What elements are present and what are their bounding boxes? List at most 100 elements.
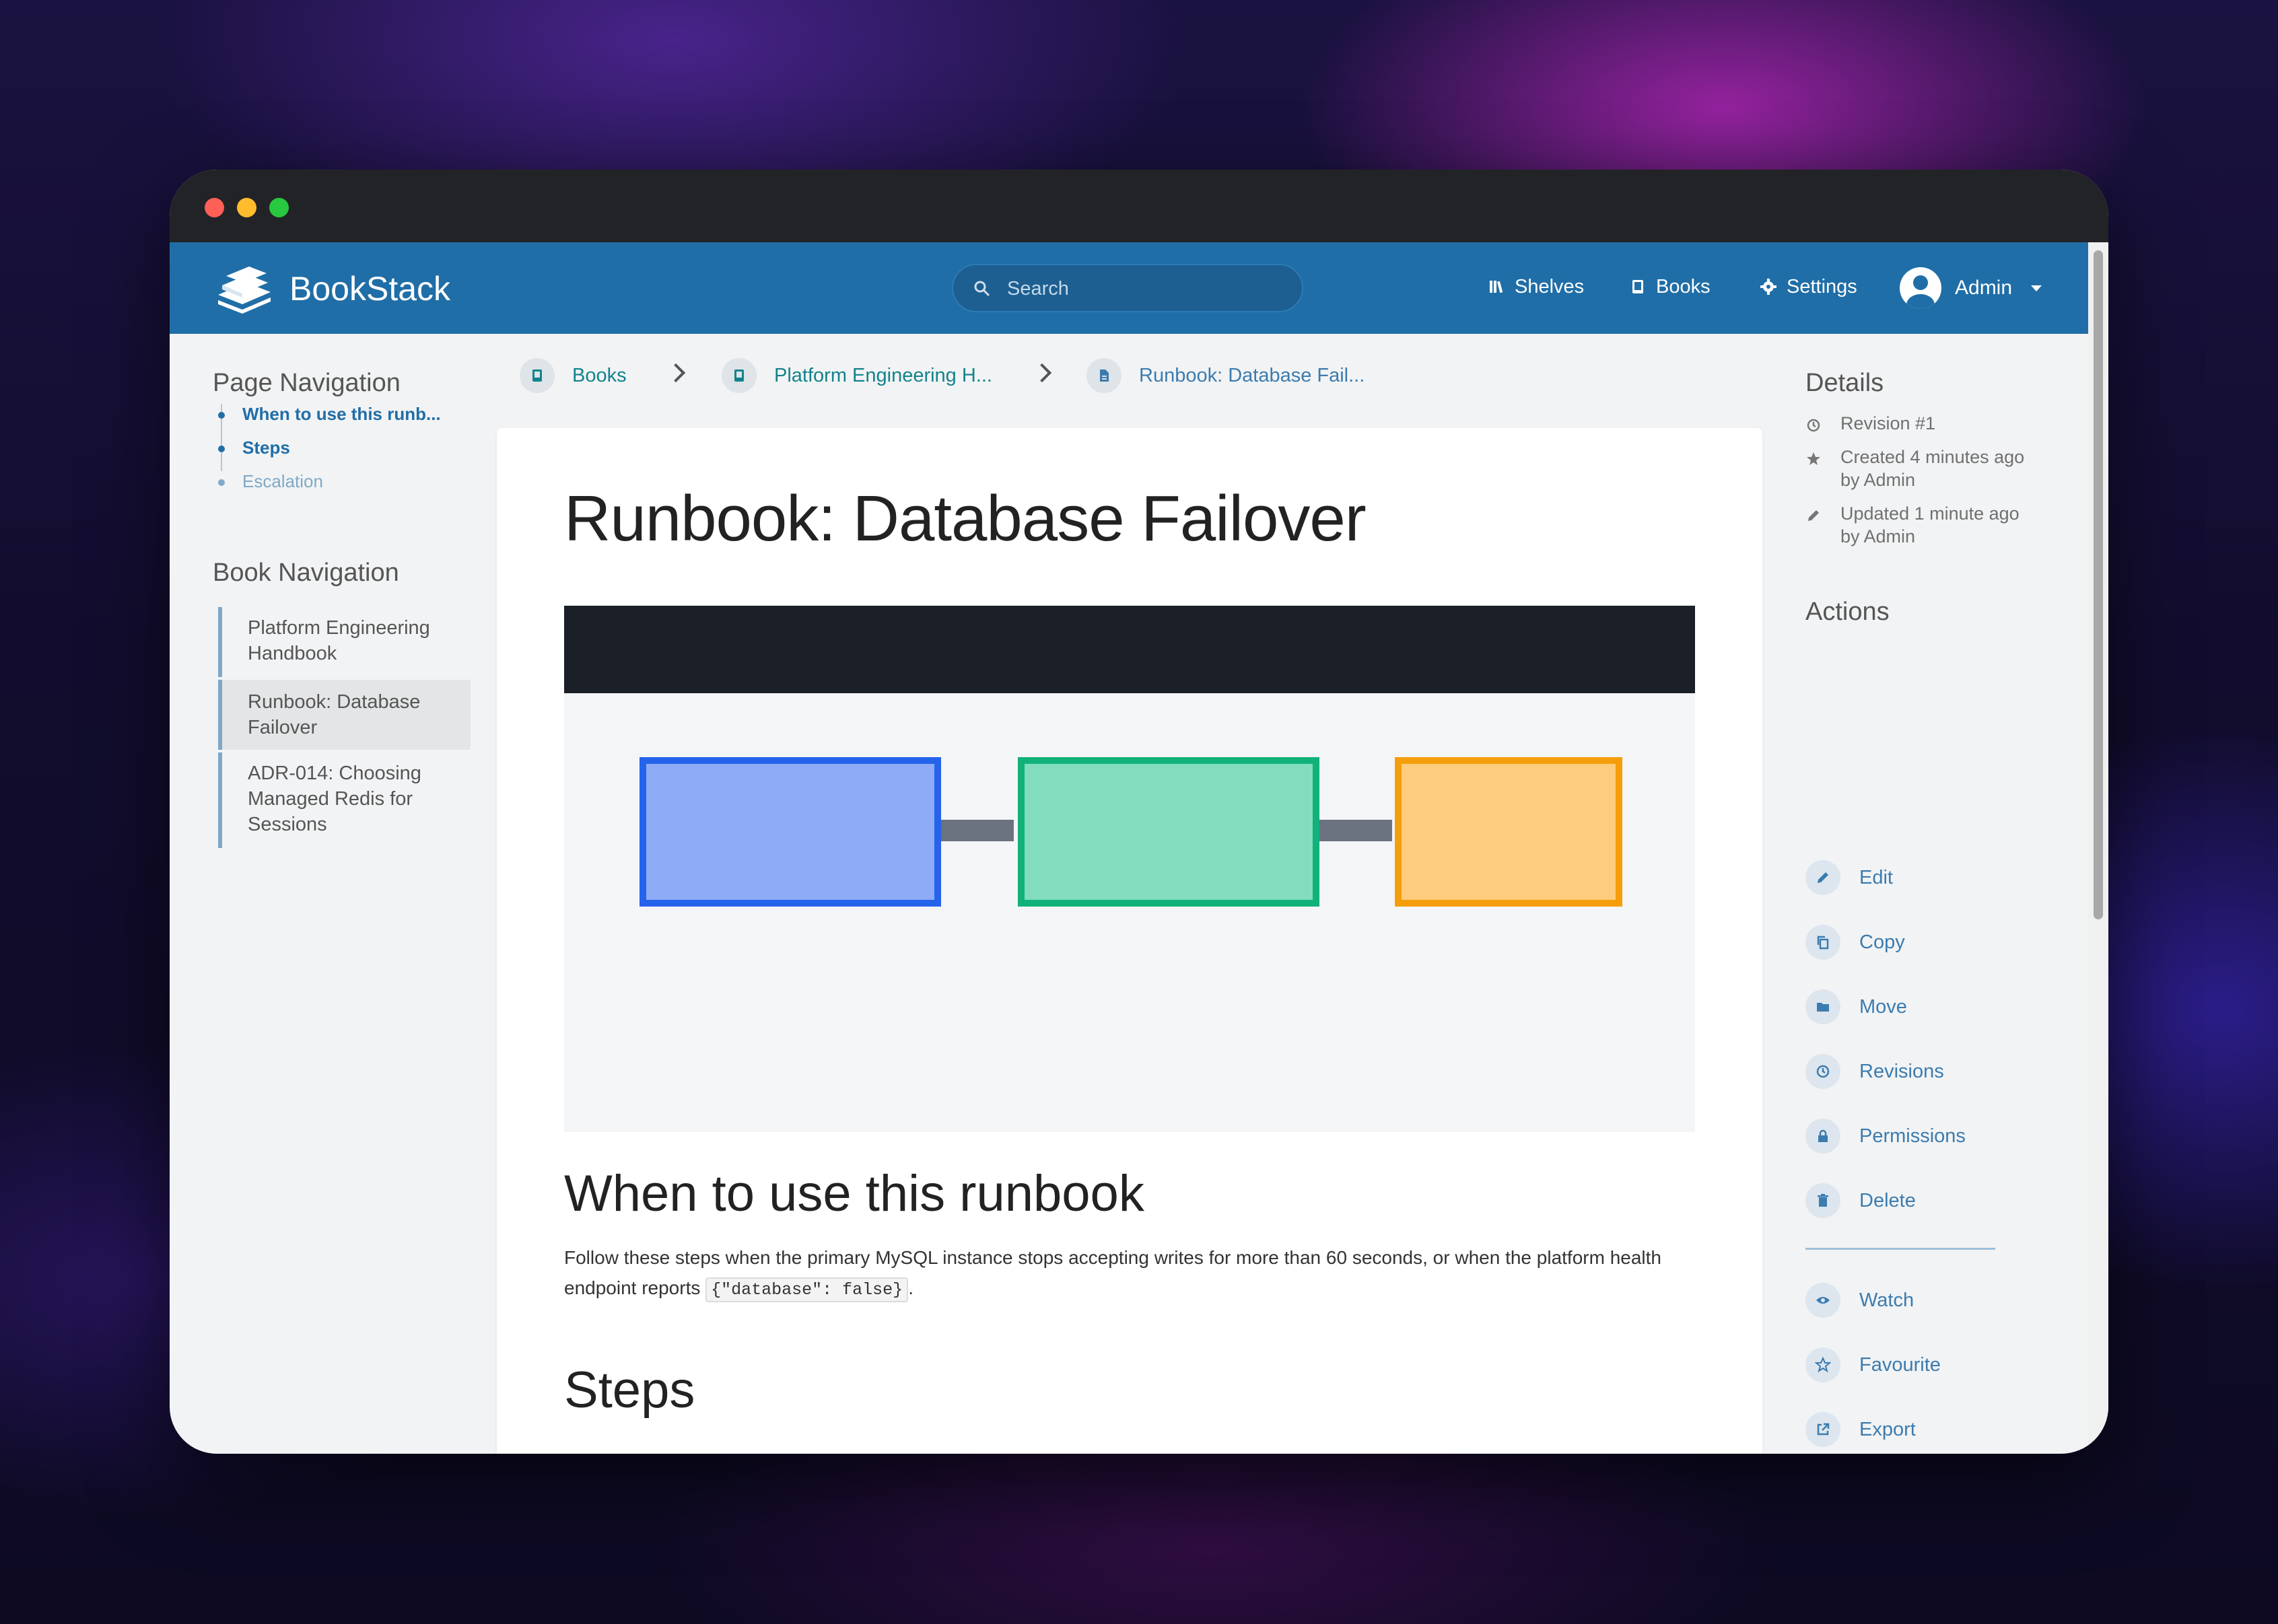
chevron-right-icon [1032, 363, 1052, 383]
breadcrumb-books[interactable]: Books [520, 357, 627, 394]
search-icon [974, 281, 990, 297]
copy-button[interactable]: Copy [1805, 925, 1905, 960]
minimize-window-button[interactable] [237, 198, 256, 217]
section-heading-when-to-use: When to use this runbook [564, 1165, 1144, 1222]
export-button[interactable]: Export [1805, 1412, 1916, 1447]
page-nav-bullet [218, 446, 225, 452]
detail-revision[interactable]: Revision #1 [1840, 412, 1935, 435]
diagram-connector [937, 820, 1014, 841]
delete-button[interactable]: Delete [1805, 1183, 1916, 1218]
book-icon [520, 358, 555, 393]
detail-created: Created 4 minutes ago by Admin [1840, 446, 2024, 491]
favourite-label: Favourite [1859, 1353, 1941, 1376]
diagram-box-primary [640, 757, 941, 907]
app-name[interactable]: BookStack [289, 269, 450, 308]
history-icon [1805, 1054, 1840, 1089]
export-label: Export [1859, 1418, 1916, 1440]
watch-button[interactable]: Watch [1805, 1283, 1914, 1318]
nav-books-link[interactable]: Books [1629, 272, 1711, 302]
actions-title: Actions [1805, 598, 1890, 626]
page-nav-item-steps[interactable]: Steps [242, 437, 290, 458]
revisions-label: Revisions [1859, 1060, 1944, 1082]
history-icon [1807, 419, 1820, 432]
star-outline-icon [1805, 1347, 1840, 1382]
app-window: BookStack Shelves Books [170, 170, 2108, 1454]
detail-updated: Updated 1 minute ago by Admin [1840, 502, 2020, 548]
page-scrollbar[interactable] [2088, 242, 2108, 1454]
permissions-button[interactable]: Permissions [1805, 1119, 1966, 1154]
breadcrumb-page[interactable]: Runbook: Database Fail... [1086, 357, 1365, 394]
book-icon [1632, 280, 1643, 293]
lock-icon [1805, 1119, 1840, 1154]
export-icon [1805, 1412, 1840, 1447]
nav-shelves-label: Shelves [1515, 275, 1585, 297]
edit-button[interactable]: Edit [1805, 860, 1893, 895]
star-icon [1807, 452, 1820, 465]
copy-label: Copy [1859, 931, 1905, 953]
page-nav-bullet [218, 412, 225, 419]
revisions-button[interactable]: Revisions [1805, 1054, 1944, 1089]
page-title: Runbook: Database Failover [564, 483, 1367, 555]
trash-icon [1805, 1183, 1840, 1218]
bookstack-logo-icon[interactable] [214, 262, 275, 315]
detail-created-line1: Created 4 minutes ago [1840, 447, 2025, 467]
eye-icon [1805, 1283, 1840, 1318]
move-label: Move [1859, 995, 1907, 1018]
page-navigation-title: Page Navigation [213, 369, 401, 397]
diagram-box-failover [1395, 757, 1622, 907]
book-nav-item-runbook[interactable]: Runbook: Database Failover [218, 680, 471, 750]
search-input[interactable] [1006, 265, 1291, 312]
avatar[interactable] [1900, 267, 1941, 309]
pencil-icon [1805, 860, 1840, 895]
book-icon [722, 358, 757, 393]
breadcrumb-book-label: Platform Engineering H... [774, 364, 992, 386]
diagram-box-replica [1018, 757, 1319, 907]
actions-divider [1805, 1248, 1995, 1250]
move-button[interactable]: Move [1805, 989, 1907, 1024]
detail-created-line2[interactable]: by Admin [1840, 468, 2024, 491]
window-titlebar [170, 170, 2108, 242]
section-paragraph: Follow these steps when the primary MySQ… [564, 1242, 1675, 1305]
chevron-right-icon [666, 363, 686, 383]
user-icon [1906, 275, 1935, 309]
paragraph-text-end: . [908, 1277, 913, 1298]
detail-updated-line1: Updated 1 minute ago [1840, 503, 2020, 524]
breadcrumb-books-label: Books [572, 364, 627, 386]
section-heading-steps: Steps [564, 1362, 695, 1419]
app-header: BookStack Shelves Books [170, 242, 2088, 334]
search-box[interactable] [952, 264, 1303, 312]
book-nav-item-adr[interactable]: ADR-014: Choosing Managed Redis for Sess… [218, 752, 471, 848]
edit-label: Edit [1859, 866, 1893, 888]
page-icon [1086, 358, 1121, 393]
page-nav-item-when-to-use[interactable]: When to use this runb... [242, 404, 441, 425]
book-navigation-title: Book Navigation [213, 559, 399, 587]
inline-code: {"database": false} [705, 1277, 909, 1302]
folder-icon [1805, 989, 1840, 1024]
nav-settings-link[interactable]: Settings [1760, 272, 1857, 302]
pencil-icon [1808, 510, 1819, 521]
diagram-connector [1315, 820, 1392, 841]
breadcrumb-book[interactable]: Platform Engineering H... [722, 357, 992, 394]
scrollbar-thumb[interactable] [2094, 250, 2103, 919]
diagram-header-bar [564, 606, 1695, 693]
favourite-button[interactable]: Favourite [1805, 1347, 1941, 1382]
page-nav-item-escalation[interactable]: Escalation [242, 471, 323, 492]
chevron-down-icon [2031, 285, 2042, 291]
close-window-button[interactable] [205, 198, 224, 217]
detail-updated-line2[interactable]: by Admin [1840, 525, 2020, 548]
user-menu[interactable]: Admin [1900, 262, 2042, 314]
nav-books-label: Books [1656, 275, 1711, 297]
page-nav-bullet [218, 479, 225, 486]
delete-label: Delete [1859, 1189, 1916, 1211]
permissions-label: Permissions [1859, 1125, 1966, 1147]
watch-label: Watch [1859, 1289, 1914, 1311]
book-nav-item-handbook[interactable]: Platform Engineering Handbook [218, 607, 471, 677]
nav-settings-label: Settings [1787, 275, 1857, 297]
nav-shelves-link[interactable]: Shelves [1488, 272, 1584, 302]
maximize-window-button[interactable] [269, 198, 289, 217]
gear-icon [1760, 279, 1776, 295]
details-title: Details [1805, 369, 1884, 397]
copy-icon [1805, 925, 1840, 960]
user-name: Admin [1955, 277, 2013, 299]
shelves-icon [1490, 281, 1503, 293]
